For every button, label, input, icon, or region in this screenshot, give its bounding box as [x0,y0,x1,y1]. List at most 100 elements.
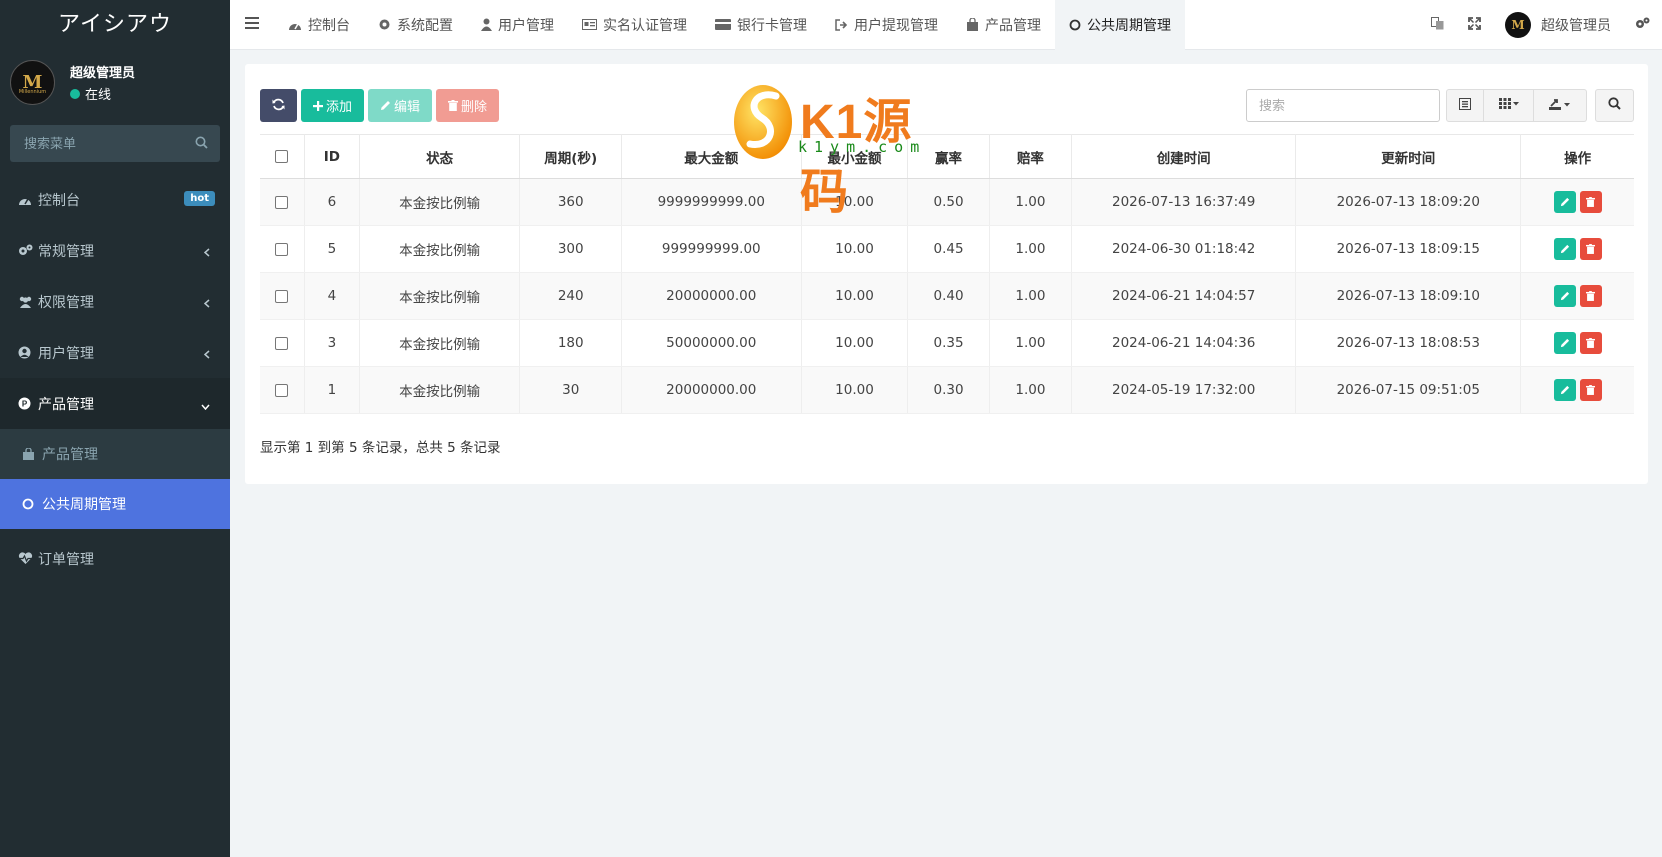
table-toolbar: 添加 编辑 删除 [260,89,503,122]
row-edit-button[interactable] [1553,238,1576,260]
edit-button[interactable]: 编辑 [368,89,433,122]
table-row[interactable]: 6 本金按比例输 360 9999999999.00 10.00 0.50 1.… [260,178,1634,226]
trash-icon [1586,338,1596,348]
table-search-input[interactable] [1246,89,1440,122]
tab-bank-card[interactable]: 银行卡管理 [701,0,821,50]
row-checkbox[interactable] [275,383,289,397]
cell-period: 180 [519,319,622,367]
delete-button[interactable]: 删除 [436,89,500,122]
row-edit-button[interactable] [1553,285,1576,307]
pencil-icon [1560,197,1569,207]
tab-label: 产品管理 [985,17,1041,34]
column-header[interactable]: 更新时间 [1295,134,1522,179]
row-edit-button[interactable] [1553,379,1576,401]
cell-id: 5 [304,225,360,273]
delete-label: 删除 [461,99,488,114]
sidebar-search-input[interactable] [10,125,220,162]
cell-id: 6 [304,178,360,226]
cell-updated: 2026-07-13 18:08:53 [1295,319,1522,367]
row-checkbox[interactable] [275,289,289,303]
add-button[interactable]: 添加 [301,89,365,122]
table-row[interactable]: 3 本金按比例输 180 50000000.00 10.00 0.35 1.00… [260,319,1634,367]
user-status-label: 在线 [85,88,112,103]
user-menu[interactable]: M 超级管理员 [1493,0,1623,50]
sidebar-item-general[interactable]: 常规管理 [0,225,230,276]
sidebar-subitem-public-period[interactable]: 公共周期管理 [0,479,230,529]
row-checkbox[interactable] [275,336,289,350]
expand-icon [1468,16,1481,34]
tab-user-manage[interactable]: 用户管理 [467,0,568,50]
avatar: M [1505,12,1531,38]
row-delete-button[interactable] [1579,332,1602,354]
column-header[interactable]: 最大金额 [621,134,802,179]
row-edit-button[interactable] [1553,332,1576,354]
users-icon [18,296,36,308]
cell-min-amount: 10.00 [801,366,909,414]
translate-button[interactable] [1419,0,1456,50]
tab-dashboard[interactable]: 控制台 [274,0,364,50]
cell-actions [1520,178,1634,226]
user-name: 超级管理员 [70,66,136,81]
tab-realname[interactable]: 实名认证管理 [568,0,701,50]
top-navbar: 控制台 系统配置 用户管理 实名认证管理 银行卡管理 用户提现管理 产品管理 公… [230,0,1662,50]
cell-odds: 1.00 [989,366,1073,414]
content-panel: 添加 编辑 删除 搜索 ID 状态 周期(秒) 最大金额 最小金额 赢率 赔率 … [245,64,1648,484]
row-edit-button[interactable] [1553,191,1576,213]
refresh-icon [272,98,285,114]
sidebar-item-label: 权限管理 [38,294,94,311]
tab-products[interactable]: 产品管理 [952,0,1055,50]
sidebar-item-products[interactable]: P 产品管理 [0,378,230,429]
cell-min-amount: 10.00 [801,225,909,273]
cell-max-amount: 20000000.00 [621,366,802,414]
user-icon [481,18,492,31]
row-checkbox[interactable] [275,242,289,256]
select-all-checkbox[interactable] [275,150,289,163]
column-header[interactable]: ID [304,134,360,179]
advanced-search-button[interactable] [1595,89,1634,122]
column-header[interactable]: 赔率 [989,134,1073,179]
cell-win-rate: 0.45 [907,225,990,273]
table-row[interactable]: 4 本金按比例输 240 20000000.00 10.00 0.40 1.00… [260,272,1634,320]
row-checkbox[interactable] [275,195,289,209]
row-select-cell [260,319,305,367]
table-row[interactable]: 1 本金按比例输 30 20000000.00 10.00 0.30 1.00 … [260,366,1634,414]
tab-withdraw[interactable]: 用户提现管理 [821,0,952,50]
settings-button[interactable] [1623,0,1662,50]
column-header[interactable]: 周期(秒) [519,134,622,179]
column-header[interactable]: 最小金额 [801,134,909,179]
tab-label: 银行卡管理 [737,17,807,34]
sidebar-item-dashboard[interactable]: 控制台 hot [0,174,230,225]
cell-actions [1520,319,1634,367]
row-delete-button[interactable] [1579,285,1602,307]
sidebar-subitem-product-manage[interactable]: 产品管理 [0,429,230,479]
sidebar-item-label: 控制台 [38,192,80,209]
sidebar-item-orders[interactable]: 订单管理 [0,533,230,584]
add-label: 添加 [326,99,353,114]
tab-public-period[interactable]: 公共周期管理 [1055,0,1185,50]
list-alt-icon [1459,97,1471,114]
tab-system-config[interactable]: 系统配置 [364,0,467,50]
columns-dropdown-button[interactable] [1484,89,1534,122]
column-header[interactable]: 赢率 [907,134,990,179]
tab-label: 用户管理 [498,17,554,34]
table-row[interactable]: 5 本金按比例输 300 999999999.00 10.00 0.45 1.0… [260,225,1634,273]
column-header: 操作 [1520,134,1634,179]
chevron-left-icon [203,296,210,312]
fullscreen-button[interactable] [1456,0,1493,50]
refresh-button[interactable] [260,89,297,122]
toggle-card-view-button[interactable] [1446,89,1484,122]
avatar-caption: Millennium [18,89,47,95]
export-dropdown-button[interactable] [1534,89,1587,122]
sidebar-item-users[interactable]: 用户管理 [0,327,230,378]
row-delete-button[interactable] [1579,191,1602,213]
row-delete-button[interactable] [1579,238,1602,260]
app-brand[interactable]: アイシアウ [0,0,230,50]
column-header[interactable]: 状态 [359,134,521,179]
column-header[interactable]: 创建时间 [1071,134,1297,179]
search-icon[interactable] [195,136,208,153]
menu-toggle-button[interactable] [230,0,274,50]
chevron-down-icon [201,398,210,414]
sidebar-item-permission[interactable]: 权限管理 [0,276,230,327]
row-delete-button[interactable] [1579,379,1602,401]
cell-min-amount: 10.00 [801,272,909,320]
